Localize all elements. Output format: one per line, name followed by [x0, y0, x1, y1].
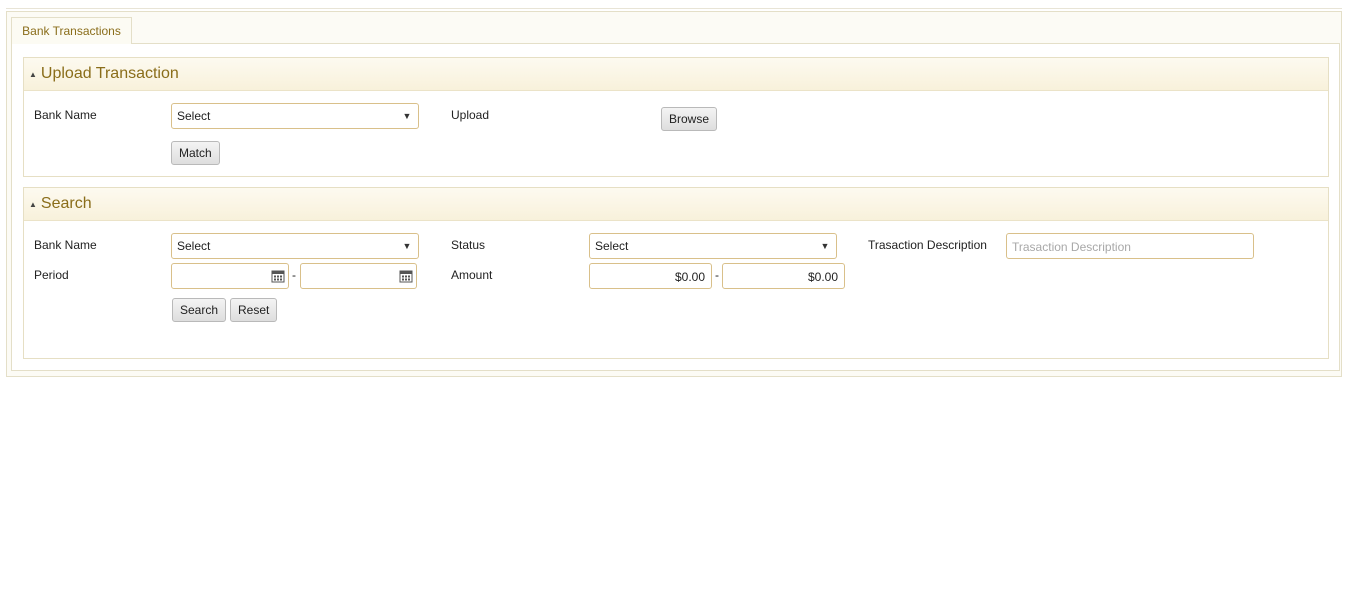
status-label: Status	[451, 238, 486, 252]
period-label: Period	[34, 268, 69, 282]
chevron-down-icon: ▼	[402, 241, 412, 251]
calendar-icon[interactable]	[399, 269, 413, 283]
description-placeholder: Trasaction Description	[1012, 240, 1131, 254]
upload-panel-title: Upload Transaction	[40, 65, 179, 82]
status-select[interactable]: Select ▼	[589, 233, 837, 259]
upload-bank-name-label: Bank Name	[34, 108, 97, 122]
search-panel-title: Search	[40, 195, 92, 212]
upload-bank-select-value: Select	[177, 109, 211, 123]
upload-bank-name-select[interactable]: Select ▼	[171, 103, 419, 129]
browse-button[interactable]: Browse	[661, 107, 718, 131]
search-bank-name-label: Bank Name	[34, 238, 97, 252]
amount-label: Amount	[451, 268, 493, 282]
chevron-down-icon: ▼	[402, 111, 412, 121]
upload-panel-header[interactable]: ▲ Upload Transaction	[24, 58, 1328, 91]
status-select-value: Select	[595, 239, 629, 253]
search-button[interactable]: Search	[172, 298, 227, 322]
upload-label: Upload	[451, 108, 490, 122]
amount-from-input[interactable]: $0.00	[589, 263, 712, 289]
tab-bank-transactions[interactable]: Bank Transactions	[11, 17, 132, 44]
description-label: Trasaction Description	[868, 238, 987, 252]
amount-separator: -	[715, 268, 719, 282]
period-separator: -	[292, 268, 296, 282]
amount-to-value: $0.00	[807, 270, 838, 284]
reset-button[interactable]: Reset	[230, 298, 278, 322]
description-input[interactable]: Trasaction Description	[1006, 233, 1254, 259]
period-to-input[interactable]	[300, 263, 417, 289]
match-button[interactable]: Match	[171, 141, 220, 165]
search-bank-select-value: Select	[177, 239, 211, 253]
period-from-input[interactable]	[171, 263, 289, 289]
search-panel-header[interactable]: ▲ Search	[24, 188, 1328, 221]
collapse-icon[interactable]: ▲	[29, 200, 37, 209]
top-divider	[6, 8, 1342, 9]
amount-from-value: $0.00	[674, 270, 705, 284]
search-bank-name-select[interactable]: Select ▼	[171, 233, 419, 259]
calendar-icon[interactable]	[271, 269, 285, 283]
collapse-icon[interactable]: ▲	[29, 70, 37, 79]
tab-label: Bank Transactions	[22, 24, 121, 38]
chevron-down-icon: ▼	[820, 241, 830, 251]
amount-to-input[interactable]: $0.00	[722, 263, 845, 289]
